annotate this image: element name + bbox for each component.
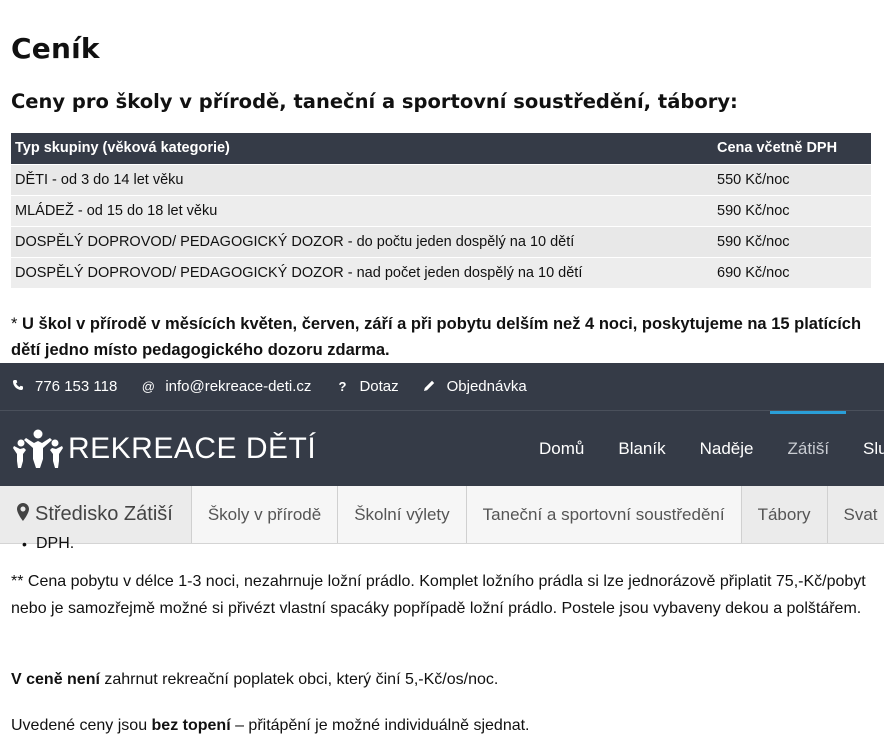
- tourist-fee-note: V ceně není zahrnut rekreační poplatek o…: [11, 667, 873, 694]
- map-pin-icon: [17, 502, 29, 527]
- note3-bold: V ceně není: [11, 671, 100, 688]
- row-group: MLÁDEŽ - od 15 do 18 let věku: [11, 194, 713, 226]
- pencil-icon: [423, 379, 437, 395]
- page-title: Ceník: [11, 32, 100, 65]
- row-group: DOSPĚLÝ DOPROVOD/ PEDAGOGICKÝ DOZOR - do…: [11, 225, 713, 257]
- note4-post: – přitápění je možné individuálně sjedna…: [230, 717, 530, 734]
- email-address: info@rekreace-deti.cz: [165, 378, 312, 395]
- price-table: Typ skupiny (věková kategorie) Cena včet…: [11, 133, 871, 288]
- phone-number: 776 153 118: [35, 378, 118, 395]
- order-link[interactable]: Objednávka: [423, 378, 527, 395]
- row-price: 690 Kč/noc: [713, 256, 871, 288]
- nav-item-blanik[interactable]: Blaník: [601, 411, 682, 486]
- question-label: Dotaz: [359, 378, 399, 395]
- question-link[interactable]: ? Dotaz: [335, 378, 398, 395]
- header-price: Cena včetně DPH: [713, 133, 871, 164]
- nav-item-nadeje[interactable]: Naděje: [683, 411, 771, 486]
- row-group: DOSPĚLÝ DOPROVOD/ PEDAGOGICKÝ DOZOR - na…: [11, 256, 713, 288]
- bed-linen-note: ** Cena pobytu v délce 1-3 noci, nezahrn…: [11, 573, 866, 617]
- row-price: 590 Kč/noc: [713, 225, 871, 257]
- row-group: DĚTI - od 3 do 14 let věku: [11, 163, 713, 195]
- nav-item-sluzby[interactable]: Služ: [846, 411, 884, 486]
- order-label: Objednávka: [446, 378, 527, 395]
- header-group-type: Typ skupiny (věková kategorie): [11, 133, 713, 164]
- free-supervision-note: * U škol v přírodě v měsících květen, če…: [11, 311, 873, 363]
- bullet-fragment: DPH.: [22, 531, 884, 558]
- table-row: DĚTI - od 3 do 14 let věku 550 Kč/noc: [11, 163, 871, 195]
- children-logo-icon: [13, 429, 63, 468]
- main-navbar: REKREACE DĚTÍ Domů Blaník Naděje Zátiší …: [0, 411, 884, 486]
- row-price: 550 Kč/noc: [713, 163, 871, 195]
- logo-text: REKREACE DĚTÍ: [68, 432, 317, 465]
- note4-bold: bez topení: [151, 717, 231, 734]
- page-subtitle: Ceny pro školy v přírodě, taneční a spor…: [11, 90, 738, 113]
- nav-item-domu[interactable]: Domů: [522, 411, 601, 486]
- nav-item-zatisi[interactable]: Zátiší: [770, 411, 846, 486]
- table-row: DOSPĚLÝ DOPROVOD/ PEDAGOGICKÝ DOZOR - na…: [11, 256, 871, 288]
- row-price: 590 Kč/noc: [713, 194, 871, 226]
- table-header-row: Typ skupiny (věková kategorie) Cena včet…: [11, 133, 871, 164]
- note3-rest: zahrnut rekreační poplatek obci, který č…: [99, 671, 499, 688]
- note-bold-text: U škol v přírodě v měsících květen, červ…: [11, 315, 862, 359]
- phone-link[interactable]: 776 153 118: [11, 378, 117, 395]
- contact-bar: 776 153 118 @ info@rekreace-deti.cz ? Do…: [0, 363, 884, 411]
- email-link[interactable]: @ info@rekreace-deti.cz: [141, 378, 312, 395]
- note-asterisk: *: [11, 315, 23, 333]
- center-name: Středisko Zátiší: [35, 503, 173, 525]
- heating-note: Uvedené ceny jsou bez topení – přitápění…: [11, 713, 873, 740]
- at-icon: @: [141, 379, 155, 394]
- note4-pre: Uvedené ceny jsou: [11, 717, 152, 734]
- table-row: MLÁDEŽ - od 15 do 18 let věku 590 Kč/noc: [11, 194, 871, 226]
- phone-icon: [11, 379, 25, 394]
- main-menu: Domů Blaník Naděje Zátiší Služ: [522, 411, 884, 486]
- question-icon: ?: [338, 379, 347, 394]
- table-row: DOSPĚLÝ DOPROVOD/ PEDAGOGICKÝ DOZOR - do…: [11, 225, 871, 257]
- site-logo[interactable]: REKREACE DĚTÍ: [12, 429, 316, 469]
